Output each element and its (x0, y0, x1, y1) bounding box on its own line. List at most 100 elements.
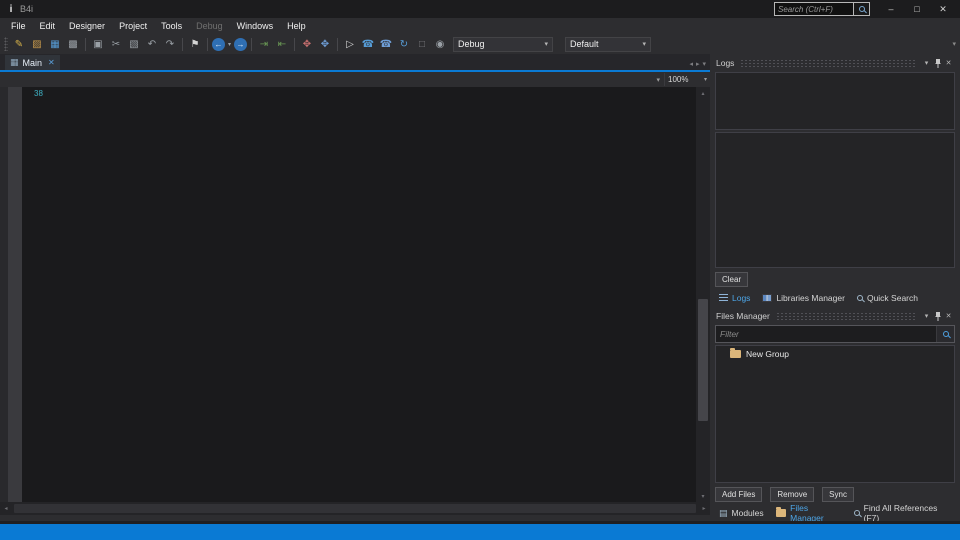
tab-modules[interactable]: ▤ Modules (714, 506, 769, 520)
menu-debug: Debug (196, 21, 223, 31)
tab-quick-search[interactable]: Quick Search (852, 291, 923, 305)
tab-main[interactable]: ▦ Main ✕ (5, 55, 60, 70)
scroll-up-icon[interactable]: ▴ (696, 87, 710, 99)
save-all-icon[interactable]: ▩ (65, 36, 81, 52)
tab-list-icon[interactable]: ▾ (702, 60, 706, 68)
files-tree[interactable]: New Group (715, 345, 955, 483)
pin-icon[interactable] (932, 311, 943, 321)
open-icon[interactable]: ▨ (29, 36, 45, 52)
paste-icon[interactable]: ▧ (126, 36, 142, 52)
scroll-right-icon[interactable]: ▸ (698, 505, 710, 512)
tab-main-label: Main (22, 57, 43, 68)
scroll-down-icon[interactable]: ▾ (696, 490, 710, 502)
menu-bar: File Edit Designer Project Tools Debug W… (0, 18, 960, 34)
minimize-button[interactable]: – (878, 1, 904, 17)
maximize-button[interactable]: □ (904, 1, 930, 17)
bridge-icon[interactable]: ☎ (360, 36, 376, 52)
panel-close-icon[interactable]: ✕ (943, 312, 954, 320)
build-config-value: Default (570, 39, 599, 49)
panel-close-icon[interactable]: ✕ (943, 59, 954, 67)
module-navigator-dropdown[interactable]: ▾ (0, 76, 664, 84)
log-output-top[interactable] (715, 72, 955, 130)
undo-icon[interactable]: ↶ (144, 36, 160, 52)
redo-icon[interactable]: ↷ (162, 36, 178, 52)
sync-button[interactable]: Sync (822, 486, 854, 502)
close-button[interactable]: ✕ (930, 1, 956, 17)
panel-menu-icon[interactable]: ▾ (921, 312, 932, 320)
menu-designer[interactable]: Designer (62, 18, 112, 34)
search-button[interactable] (853, 3, 869, 15)
add-files-button[interactable]: Add Files (715, 486, 763, 502)
tab-find-all-references[interactable]: Find All References (F7) (849, 503, 956, 523)
chevron-down-icon: ▾ (703, 77, 707, 83)
menu-tools[interactable]: Tools (154, 18, 189, 34)
horizontal-scroll-thumb[interactable] (14, 504, 696, 513)
main-area: ▦ Main ✕ ◂ ▸ ▾ ▾ 100% ▾ 38 ▴ ▾ ◂ ▸ Logs … (0, 54, 960, 523)
filter-input[interactable] (716, 329, 936, 339)
cut-icon[interactable]: ✂ (108, 36, 124, 52)
menu-project[interactable]: Project (112, 18, 154, 34)
toolbar-separator (337, 37, 338, 51)
folder-icon (730, 348, 741, 358)
logs-globe-icon[interactable]: ◉ (432, 36, 448, 52)
bookmark-icon[interactable]: ⚑ (187, 36, 203, 52)
reformat-icon[interactable]: ✥ (299, 36, 315, 52)
editor-zoom-dropdown[interactable]: 100% ▾ (664, 73, 710, 86)
main-toolbar: ✎ ▨ ▦ ▩ ▣ ✂ ▧ ↶ ↷ ⚑ ← ▾ → ⇥ ⇤ ✥ ✥ ▷ ☎ ☎ … (0, 34, 960, 54)
ide-window: i B4i – □ ✕ File Edit Designer Project T… (0, 0, 960, 540)
tab-libraries-label: Libraries Manager (776, 293, 845, 303)
files-filter (715, 325, 955, 343)
panel-menu-icon[interactable]: ▾ (921, 59, 932, 67)
scroll-tabs-left-icon[interactable]: ◂ (689, 60, 693, 68)
pin-icon[interactable] (932, 58, 943, 68)
editor-vertical-scrollbar[interactable]: ▴ ▾ (696, 87, 710, 502)
find-references-icon (853, 510, 860, 516)
run-icon[interactable]: ▷ (342, 36, 358, 52)
editor-toolbar: ▾ 100% ▾ (0, 72, 710, 87)
search-input[interactable] (775, 3, 853, 15)
code-text: 38 (34, 89, 43, 98)
panel-header-texture (775, 312, 915, 320)
tab-files-manager[interactable]: Files Manager (771, 503, 847, 523)
menu-edit[interactable]: Edit (33, 18, 63, 34)
toolbar-overflow-icon[interactable]: ▾ (952, 40, 958, 48)
build-mode-dropdown[interactable]: Debug ▾ (453, 36, 553, 52)
tree-item-new-group[interactable]: New Group (716, 348, 954, 360)
vertical-scroll-thumb[interactable] (698, 299, 708, 421)
comment-icon[interactable]: ⇥ (256, 36, 272, 52)
menu-windows[interactable]: Windows (230, 18, 281, 34)
folder-icon (775, 507, 787, 517)
deploy-icon[interactable]: ☎ (378, 36, 394, 52)
navigate-back-icon[interactable]: ← (212, 37, 225, 51)
toolbar-separator (294, 37, 295, 51)
scroll-tabs-right-icon[interactable]: ▸ (696, 60, 700, 68)
rebuild-icon[interactable]: ↻ (396, 36, 412, 52)
chevron-down-icon: ▾ (544, 41, 548, 48)
menu-help[interactable]: Help (280, 18, 313, 34)
clear-logs-button[interactable]: Clear (715, 271, 749, 287)
nav-history-icon[interactable]: ▾ (226, 41, 233, 48)
filter-search-button[interactable] (936, 326, 954, 342)
log-output-main[interactable] (715, 132, 955, 268)
build-config-dropdown[interactable]: Default ▾ (565, 36, 651, 52)
copy-icon[interactable]: ▣ (90, 36, 106, 52)
uncomment-icon[interactable]: ⇤ (274, 36, 290, 52)
tab-logs[interactable]: Logs (714, 291, 755, 305)
menu-file[interactable]: File (4, 18, 33, 34)
code-surface[interactable]: 38 (22, 87, 696, 502)
breakpoint-gutter[interactable] (8, 87, 22, 502)
editor-margin (0, 87, 8, 502)
editor-row: 38 ▴ ▾ (0, 87, 710, 502)
search-icon (858, 6, 865, 12)
tab-libraries-manager[interactable]: Libraries Manager (757, 291, 850, 305)
tab-close-icon[interactable]: ✕ (48, 58, 55, 67)
remove-button[interactable]: Remove (770, 486, 815, 502)
window-controls: – □ ✕ (878, 1, 956, 17)
save-icon[interactable]: ▦ (47, 36, 63, 52)
scroll-left-icon[interactable]: ◂ (0, 505, 12, 512)
title-bar: i B4i – □ ✕ (0, 0, 960, 18)
editor-horizontal-scrollbar[interactable]: ◂ ▸ (0, 502, 710, 515)
find-references-icon[interactable]: ✥ (317, 36, 333, 52)
navigate-forward-icon[interactable]: → (234, 37, 247, 51)
new-icon[interactable]: ✎ (11, 36, 27, 52)
